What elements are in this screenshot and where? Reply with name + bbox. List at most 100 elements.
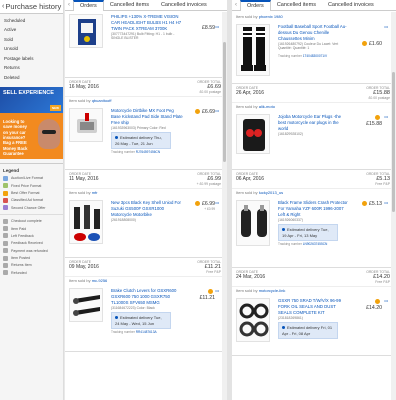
seller-link[interactable]: mfr — [92, 190, 98, 195]
item-thumbnail[interactable] — [69, 108, 103, 142]
paid-icon — [3, 226, 8, 232]
insurance-ad[interactable]: Looking to save money on your car insura… — [0, 112, 63, 159]
chevron-left-icon[interactable]: ‹ — [65, 0, 73, 10]
tracking-number-link[interactable]: RR41487613A — [136, 330, 157, 334]
item-thumbnail[interactable] — [69, 14, 103, 48]
tab-orders[interactable]: Orders — [240, 0, 271, 11]
order-header: Order date 24 Mar, 2016 Order total £14.20… — [236, 270, 390, 284]
item-thumbnail[interactable] — [236, 298, 270, 342]
sidebar-item-active[interactable]: Active — [0, 26, 63, 36]
tab-cancelled-invoices[interactable]: Cancelled invoices — [155, 0, 213, 10]
orders-panel-left: ‹ Orders Cancelled items Cancelled invoi… — [65, 0, 227, 400]
item-meta: (307773447291) Bulb Fitting: H1 - 1 bulb… — [111, 32, 175, 41]
item-price: £11.21 — [193, 289, 215, 301]
refunded-icon — [3, 270, 8, 276]
scrollbar[interactable] — [391, 12, 396, 400]
seller-line: Item sold by lucky2013_us — [232, 188, 396, 197]
delivery-estimate: Estimated delivery Fri, 01 Apr - Fri, 08… — [278, 322, 338, 340]
item-title[interactable]: GSXR 750 SRAD T/W/V/X 96-99 FORK OIL SEA… — [278, 298, 350, 315]
item-title[interactable]: New 3pcs Black Key Shell Uniod For Suzuk… — [111, 200, 183, 217]
sidebar-item-deleted[interactable]: Deleted — [0, 73, 63, 83]
tab-cancelled-invoices[interactable]: Cancelled invoices — [322, 0, 380, 10]
coin-icon — [195, 201, 201, 207]
ear-plugs-image — [243, 119, 265, 151]
tracking-number-link[interactable]: RJ764597456CN — [136, 150, 160, 154]
tracking-number-link[interactable]: LN902637455CN — [303, 242, 328, 246]
kickstand-pad-image — [77, 113, 97, 133]
seller-line: Item sold by mc-9256 — [65, 276, 227, 285]
order-header: Order date 06 Apr, 2016 Order total £5.13 F… — [236, 172, 390, 186]
sidebar-item-sold[interactable]: Sold — [0, 35, 63, 45]
order-item: Football Baseball Sport Football Au-dess… — [232, 21, 396, 83]
second-chance-icon — [3, 205, 8, 211]
info-icon — [115, 316, 118, 320]
tracking-info: Tracking number RR41487613A — [111, 330, 157, 335]
coin-icon — [362, 201, 368, 207]
more-actions-button[interactable]: ••• — [215, 201, 219, 205]
seller-link[interactable]: alik-moto — [259, 104, 275, 109]
order-card: Order date 11 May, 2016 Order total £6.99 +… — [65, 170, 227, 258]
coin-icon — [375, 299, 380, 305]
item-thumbnail[interactable] — [236, 200, 270, 246]
order-item: Motorcycle Dirtbike MX Foot Peg Base Kic… — [65, 105, 227, 169]
brake-lever-image — [73, 295, 100, 316]
tab-orders[interactable]: Orders — [73, 0, 104, 11]
sell-experience-ad[interactable]: SELL EXPERIENCE NEW — [0, 86, 63, 113]
item-title[interactable]: Brake Clutch Levers for GSXR600 GSXR600 … — [111, 288, 183, 305]
more-actions-button[interactable]: ••• — [384, 115, 388, 119]
more-actions-button[interactable]: ••• — [384, 25, 388, 29]
sidebar-title[interactable]: ‹ Purchase history — [0, 0, 63, 14]
tracking-number-link[interactable]: 1T4048300071/V — [303, 54, 327, 58]
item-thumbnail[interactable] — [69, 288, 103, 322]
sidebar-item-unsold[interactable]: Unsold — [0, 45, 63, 55]
item-meta: (161933963003) Primary Color: Red — [111, 126, 166, 131]
legend-row: Feedback Received — [0, 240, 63, 247]
item-meta: (231818269861) — [278, 316, 303, 321]
scrollbar-thumb[interactable] — [392, 72, 395, 212]
item-title[interactable]: Black Frame Sliders Crash Protector For … — [278, 200, 350, 217]
sidebar-item-scheduled[interactable]: Scheduled — [0, 16, 63, 26]
insurance-ad-text: Looking to save money on your car insura… — [3, 118, 28, 157]
tab-cancelled-items[interactable]: Cancelled items — [104, 0, 155, 10]
item-title[interactable]: Motorcycle Dirtbike MX Foot Peg Base Kic… — [111, 108, 183, 125]
seller-line: Item sold by qbuanitooff — [65, 96, 227, 105]
order-date: 09 May, 2016 — [69, 264, 99, 270]
more-actions-button[interactable]: ••• — [384, 201, 388, 205]
legend-row: Left Feedback — [0, 232, 63, 239]
legend-row: Refunded — [0, 269, 63, 276]
chevron-left-icon[interactable]: ‹ — [232, 0, 240, 10]
headlight-bulb-image — [78, 19, 96, 45]
item-title[interactable]: Football Baseball Sport Football Au-dess… — [278, 24, 350, 41]
seller-link[interactable]: lucky2013_us — [259, 190, 283, 195]
item-title[interactable]: Jojoba Motorcycle Ear Plugs -the best mo… — [278, 114, 350, 131]
refund-icon — [3, 248, 8, 254]
order-item: Jojoba Motorcycle Ear Plugs -the best mo… — [232, 111, 396, 169]
checkout-icon — [3, 218, 8, 224]
seller-link[interactable]: motorcycle-link — [259, 288, 286, 293]
seller-link[interactable]: qbuanitooff — [92, 98, 112, 103]
more-actions-button[interactable]: ••• — [215, 109, 219, 113]
item-price: £15.88 — [360, 115, 382, 127]
order-date: 26 Apr, 2016 — [236, 90, 265, 96]
item-thumbnail[interactable] — [236, 114, 270, 154]
return-icon — [3, 262, 8, 268]
sidebar: ‹ Purchase history Scheduled Active Sold… — [0, 0, 64, 400]
scrollbar-thumb[interactable] — [223, 42, 226, 162]
item-title[interactable]: PHILIPS +130% X-TREME VISION CAR HEADLIG… — [111, 14, 183, 31]
frame-sliders-image — [241, 205, 267, 237]
more-actions-button[interactable]: ••• — [215, 25, 219, 29]
item-thumbnail[interactable] — [236, 24, 270, 76]
seller-link[interactable]: phoenix 1980 — [259, 14, 283, 19]
tab-bar: ‹ Orders Cancelled items Cancelled invoi… — [65, 0, 227, 11]
more-actions-button[interactable]: ••• — [384, 299, 388, 303]
order-card: Order date 06 Apr, 2016 Order total £5.13 F… — [232, 170, 396, 268]
tab-cancelled-items[interactable]: Cancelled items — [271, 0, 322, 10]
order-header: Order date 26 Apr, 2016 Order total £15.88… — [236, 86, 390, 100]
item-meta: (161829928102) — [278, 132, 303, 137]
delivery-estimate: Estimated delivery Tue, 24 May - Wed, 15… — [111, 312, 171, 330]
sidebar-item-postage-labels[interactable]: Postage labels — [0, 54, 63, 64]
sidebar-item-returns[interactable]: Returns — [0, 64, 63, 74]
more-actions-button[interactable]: ••• — [215, 289, 219, 293]
seller-link[interactable]: mc-9256 — [92, 278, 108, 283]
item-thumbnail[interactable] — [69, 200, 103, 244]
